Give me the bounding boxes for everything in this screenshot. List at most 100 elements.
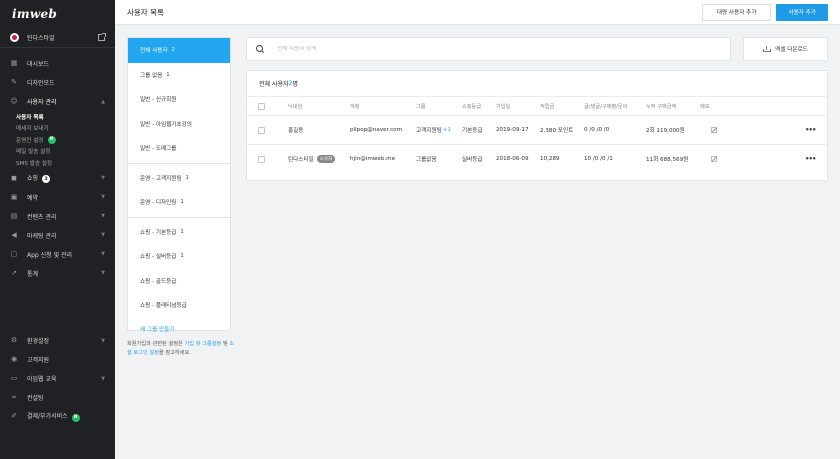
imweb-logo[interactable]: imweb — [0, 0, 115, 27]
select-all-checkbox[interactable] — [258, 102, 265, 110]
sidebar-bottom-nav: ⚙ 환경설정 ▼ ◉ 고객지원 ▭ 아임웹 교육 ▼ ∞ 컨설팅 ✐ 결제/부가… — [0, 331, 115, 426]
sidebar-item-support[interactable]: ◉ 고객지원 — [0, 350, 115, 369]
select-all-cell — [258, 97, 265, 115]
memo-edit-icon[interactable] — [711, 156, 717, 162]
excel-download-label: 엑셀 다운로드 — [775, 47, 808, 53]
sidebar-item-label: 예약 — [27, 194, 39, 202]
sidebar-item-content[interactable]: ▤ 컨텐츠 관리 ▼ — [0, 207, 115, 226]
user-table-card: 전체 사용자 2명 닉네임 계정 그룹 쇼핑등급 가입일 적립금 글/댓글/구매… — [246, 70, 828, 181]
row-select-cell — [258, 145, 265, 173]
group-label: 전체 사용자 — [140, 48, 168, 55]
sidebar-item-marketing[interactable]: ◀ 마케팅 관리 ▼ — [0, 226, 115, 245]
group-item-shop-platinum[interactable]: 쇼핑 - 플래티넘등급 — [128, 293, 230, 318]
memo-edit-icon[interactable] — [711, 127, 717, 133]
consulting-icon: ∞ — [11, 393, 17, 401]
sidebar-item-label: 컨텐츠 관리 — [27, 213, 57, 221]
more-options-icon[interactable]: ••• — [805, 155, 816, 163]
group-label: 그룹 없음 — [140, 72, 163, 79]
table-row[interactable]: 홍길동 pilpop@naver.com 고객지원팀 +1 기본등급 2019-0… — [247, 115, 827, 144]
group-item-shop-basic[interactable]: 쇼핑 - 기본등급 1 — [128, 220, 230, 245]
col-activity[interactable]: 글/댓글/구매평/문의 — [584, 97, 627, 115]
sidebar-item-education[interactable]: ▭ 아임웹 교육 ▼ — [0, 369, 115, 388]
extra-groups-count[interactable]: +1 — [443, 127, 451, 133]
app-icon: ▢ — [10, 249, 18, 258]
group-item-all-users[interactable]: 전체 사용자 2 — [128, 38, 230, 63]
chevron-down-icon: ▼ — [101, 232, 105, 238]
sidebar-item-reservation[interactable]: ▣ 예약 ▼ — [0, 188, 115, 207]
cell-nickname[interactable]: 홍길동 — [288, 116, 303, 144]
summary-suffix: 명 — [292, 81, 298, 88]
search-input[interactable] — [277, 46, 721, 52]
sidebar-item-design-mode[interactable]: ✎ 디자인모드 — [0, 73, 115, 92]
col-purchases[interactable]: 누적 구매금액 — [646, 97, 676, 115]
submenu-user-list[interactable]: 사용자 목록 — [16, 111, 115, 123]
chevron-up-icon: ▲ — [101, 98, 105, 105]
sidebar-item-apps[interactable]: ▢ App 신청 및 관리 ▼ — [0, 245, 115, 264]
group-item-general-course[interactable]: 일반 - 아임웹기초강의 — [128, 112, 230, 137]
submenu-mail-settings[interactable]: 메일 발송 설정 — [16, 146, 115, 158]
memo-cell — [711, 145, 717, 173]
sidebar-item-text: 결제/부가서비스 — [27, 413, 68, 421]
chevron-down-icon: ▼ — [101, 251, 105, 257]
signup-group-settings-link[interactable]: 가입 및 그룹설정 — [184, 341, 221, 347]
group-item-no-group[interactable]: 그룹 없음 1 — [128, 63, 230, 88]
row-checkbox[interactable] — [258, 126, 265, 134]
chevron-down-icon: ▼ — [101, 213, 105, 219]
group-label: 운영 - 고객지원팀 — [140, 175, 182, 182]
more-options-icon[interactable]: ••• — [805, 126, 816, 134]
sidebar-item-label: 고객지원 — [27, 357, 50, 364]
col-grade[interactable]: 쇼핑등급 — [462, 97, 481, 115]
group-item-shop-gold[interactable]: 쇼핑 - 골드등급 — [128, 269, 230, 294]
group-item-shop-silver[interactable]: 쇼핑 - 실버등급 1 — [128, 244, 230, 269]
group-label: 쇼핑 - 골드등급 — [140, 278, 177, 285]
group-item-ops-support[interactable]: 운영 - 고객지원팀 1 — [128, 166, 230, 191]
summary-prefix: 전체 사용자 — [259, 81, 289, 88]
sidebar-item-payment[interactable]: ✐ 결제/부가서비스 N — [0, 407, 115, 426]
cell-grade: 실버등급 — [462, 157, 483, 163]
chevron-down-icon: ▼ — [101, 194, 105, 200]
nickname-text: 틴다스타일 — [288, 157, 314, 163]
col-points[interactable]: 적립금 — [540, 97, 554, 115]
sidebar-item-stats[interactable]: ↗ 통계 ▼ — [0, 264, 115, 283]
col-account[interactable]: 계정 — [350, 97, 360, 115]
table-row[interactable]: 틴다스타일 소유자 hjin@imweb.me 그룹없음 실버등급 2018-06… — [247, 144, 827, 173]
add-user-button[interactable]: 사용자 추가 — [776, 3, 828, 21]
col-nickname[interactable]: 닉네임 — [288, 97, 302, 115]
site-selector[interactable]: 틴다스타일 — [0, 27, 115, 48]
group-item-general-domegroup[interactable]: 일반 - 도메그룹 — [128, 136, 230, 161]
sidebar-item-settings[interactable]: ⚙ 환경설정 ▼ — [0, 331, 115, 350]
sidebar-item-consulting[interactable]: ∞ 컨설팅 — [0, 388, 115, 407]
chevron-down-icon: ▼ — [101, 375, 105, 382]
submenu-sms-settings[interactable]: SMS 발송 설정 — [16, 157, 115, 169]
page-title: 사용자 목록 — [127, 7, 164, 17]
group-count: 1 — [180, 199, 184, 206]
bulk-add-users-button[interactable]: 대량 사용자 추가 — [701, 3, 772, 21]
sidebar-item-shopping[interactable]: ◼ 쇼핑 3 ▼ — [0, 169, 115, 188]
sidebar-item-label: 사용자 관리 — [27, 99, 57, 106]
col-joined[interactable]: 가입일 — [496, 97, 510, 115]
user-submenu: 사용자 목록 메세지 보내기 운영진 설정 N 메일 발송 설정 SMS 발송 … — [0, 111, 115, 169]
group-label: 쇼핑 - 플래티넘등급 — [140, 303, 187, 310]
user-count-summary: 전체 사용자 2명 — [247, 71, 827, 96]
group-item-general-new[interactable]: 일반 - 신규회원 — [128, 87, 230, 112]
external-link-icon[interactable] — [98, 32, 106, 41]
row-checkbox[interactable] — [258, 155, 265, 163]
sidebar-item-dashboard[interactable]: ▦ 대시보드 — [0, 54, 115, 73]
submenu-send-message[interactable]: 메세지 보내기 — [16, 123, 115, 135]
excel-download-button[interactable]: 엑셀 다운로드 — [743, 37, 828, 61]
submenu-operator-settings[interactable]: 운영진 설정 N — [16, 134, 115, 146]
education-icon: ▭ — [10, 374, 18, 382]
group-item-ops-design[interactable]: 운영 - 디자인팀 1 — [128, 190, 230, 215]
site-avatar-icon — [10, 32, 19, 42]
sidebar-item-label: 대시보드 — [27, 61, 50, 68]
help-text-suffix: 을 참고하세요. — [158, 349, 191, 356]
cell-nickname[interactable]: 틴다스타일 소유자 — [288, 145, 336, 173]
chart-icon: ↗ — [11, 268, 17, 277]
cell-joined: 2018-06-09 — [496, 156, 529, 162]
sidebar-item-text: 쇼핑 — [27, 174, 39, 182]
sidebar-item-user-management[interactable]: ☺ 사용자 관리 ▲ — [0, 92, 115, 111]
more-cell: ••• — [805, 145, 816, 173]
megaphone-icon: ◀ — [11, 230, 17, 239]
new-group-link[interactable]: 새 그룹 만들기 — [128, 318, 230, 340]
col-group[interactable]: 그룹 — [416, 97, 426, 115]
